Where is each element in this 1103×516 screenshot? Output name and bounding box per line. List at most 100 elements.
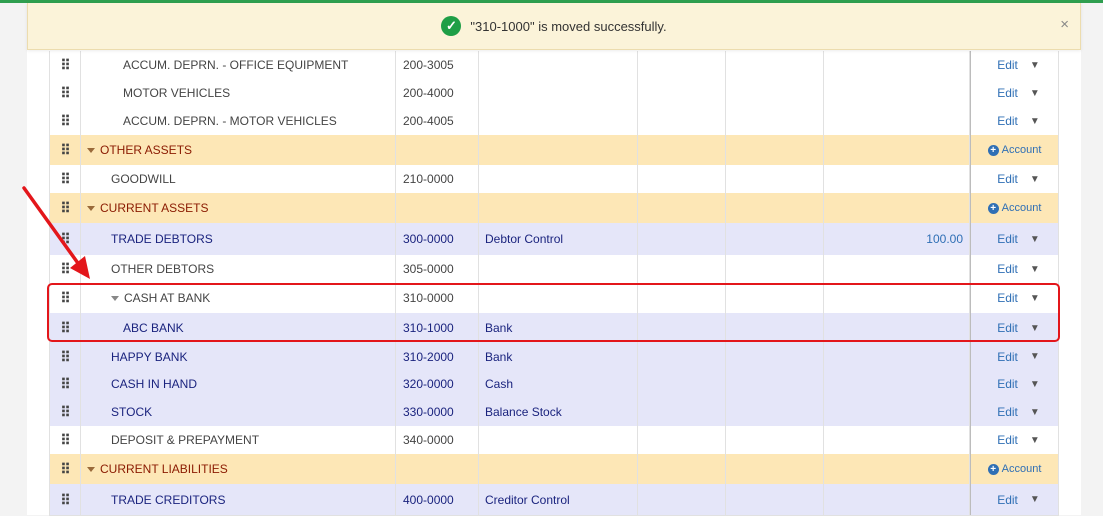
balance-cell — [824, 370, 970, 398]
action-cell: Edit ▼ — [970, 51, 1059, 79]
empty-cell — [726, 343, 824, 370]
balance-amount: 100.00 — [926, 232, 963, 246]
edit-button[interactable]: Edit — [997, 114, 1018, 128]
table-row: ⠿ MOTOR VEHICLES 200-4000 Edit ▼ — [49, 79, 1059, 108]
drag-handle-cell: ⠿ — [49, 398, 81, 426]
edit-button[interactable]: Edit — [997, 86, 1018, 100]
chevron-down-icon[interactable]: ▼ — [1030, 174, 1040, 185]
account-code-cell: 200-4000 — [396, 79, 479, 107]
chevron-down-icon[interactable]: ▼ — [1030, 234, 1040, 245]
chevron-down-icon[interactable]: ▼ — [1030, 407, 1040, 418]
account-name: OTHER DEBTORS — [111, 262, 215, 276]
chevron-down-icon[interactable]: ▼ — [1030, 60, 1040, 71]
close-icon[interactable]: × — [1060, 17, 1069, 32]
empty-cell — [726, 51, 824, 79]
account-name-cell: STOCK — [81, 398, 396, 426]
account-name-cell: GOODWILL — [81, 165, 396, 193]
chevron-down-icon[interactable]: ▼ — [1030, 116, 1040, 127]
drag-handle-icon[interactable]: ⠿ — [60, 405, 70, 419]
drag-handle-icon[interactable]: ⠿ — [60, 493, 70, 507]
account-name-cell: MOTOR VEHICLES — [81, 79, 396, 107]
empty-cell — [726, 426, 824, 454]
edit-button[interactable]: Edit — [997, 262, 1018, 276]
account-code-cell: 200-4005 — [396, 107, 479, 135]
edit-button[interactable]: Edit — [997, 350, 1018, 364]
account-type-cell: Debtor Control — [479, 223, 638, 255]
table-row: ⠿ HAPPY BANK 310-2000 Bank Edit ▼ — [49, 343, 1059, 371]
drag-handle-icon[interactable]: ⠿ — [60, 462, 70, 476]
action-cell: + Account — [970, 193, 1059, 223]
account-name-cell: CURRENT LIABILITIES — [81, 454, 396, 484]
chevron-down-icon[interactable]: ▼ — [1030, 264, 1040, 275]
balance-cell — [824, 484, 970, 515]
balance-cell — [824, 255, 970, 283]
edit-button[interactable]: Edit — [997, 172, 1018, 186]
empty-cell — [638, 79, 726, 107]
edit-button[interactable]: Edit — [997, 377, 1018, 391]
table-row: ⠿ GOODWILL 210-0000 Edit ▼ — [49, 165, 1059, 194]
group-row: ⠿ CURRENT ASSETS + Account — [49, 193, 1059, 224]
account-type: Debtor Control — [485, 232, 564, 246]
account-code-cell: 210-0000 — [396, 165, 479, 193]
empty-cell — [638, 255, 726, 283]
balance-cell — [824, 426, 970, 454]
add-account-button[interactable]: + Account — [987, 144, 1041, 156]
account-name-cell: OTHER ASSETS — [81, 135, 396, 165]
balance-cell — [824, 107, 970, 135]
account-name: MOTOR VEHICLES — [123, 86, 231, 100]
annotation-arrow-icon — [22, 186, 90, 279]
empty-cell — [726, 165, 824, 193]
action-cell: Edit ▼ — [970, 370, 1059, 398]
account-name: CURRENT LIABILITIES — [100, 462, 228, 476]
balance-cell — [824, 398, 970, 426]
account-code: 310-2000 — [403, 349, 454, 364]
action-cell: Edit ▼ — [970, 223, 1059, 255]
account-name-cell: HAPPY BANK — [81, 343, 396, 370]
edit-button[interactable]: Edit — [997, 405, 1018, 419]
edit-button[interactable]: Edit — [997, 232, 1018, 246]
edit-button[interactable]: Edit — [997, 493, 1018, 507]
caret-down-icon[interactable] — [87, 466, 95, 472]
empty-cell — [638, 107, 726, 135]
drag-handle-icon[interactable]: ⠿ — [60, 350, 70, 364]
edit-button[interactable]: Edit — [997, 433, 1018, 447]
edit-button[interactable]: Edit — [997, 58, 1018, 72]
drag-handle-cell: ⠿ — [49, 343, 81, 370]
chevron-down-icon[interactable]: ▼ — [1030, 435, 1040, 446]
account-code-cell: 200-3005 — [396, 51, 479, 79]
action-cell: Edit ▼ — [970, 107, 1059, 135]
drag-handle-icon[interactable]: ⠿ — [60, 377, 70, 391]
account-name: DEPOSIT & PREPAYMENT — [111, 433, 260, 447]
table-row: ⠿ CASH IN HAND 320-0000 Cash Edit ▼ — [49, 370, 1059, 399]
account-name-cell: OTHER DEBTORS — [81, 255, 396, 283]
drag-handle-icon[interactable]: ⠿ — [60, 433, 70, 447]
account-name: ACCUM. DEPRN. - MOTOR VEHICLES — [123, 114, 337, 128]
chevron-down-icon[interactable]: ▼ — [1030, 88, 1040, 99]
account-type: Bank — [485, 349, 513, 364]
account-name-cell: ACCUM. DEPRN. - MOTOR VEHICLES — [81, 107, 396, 135]
account-name-cell: DEPOSIT & PREPAYMENT — [81, 426, 396, 454]
drag-handle-cell: ⠿ — [49, 454, 81, 484]
empty-cell — [638, 454, 726, 484]
account-name-cell: CASH IN HAND — [81, 370, 396, 398]
chevron-down-icon[interactable]: ▼ — [1030, 494, 1040, 505]
balance-cell — [824, 343, 970, 370]
balance-cell — [824, 51, 970, 79]
plus-circle-icon: + — [987, 463, 999, 475]
chevron-down-icon[interactable]: ▼ — [1030, 379, 1040, 390]
account-code: 330-0000 — [403, 405, 454, 419]
table-row: ⠿ STOCK 330-0000 Balance Stock Edit ▼ — [49, 398, 1059, 427]
account-type: Balance Stock — [485, 405, 562, 419]
empty-cell — [638, 51, 726, 79]
account-code: 305-0000 — [403, 262, 454, 276]
empty-cell — [638, 135, 726, 165]
action-cell: Edit ▼ — [970, 165, 1059, 193]
table-row: ⠿ ACCUM. DEPRN. - MOTOR VEHICLES 200-4005 E… — [49, 107, 1059, 136]
group-row: ⠿ CURRENT LIABILITIES + Account — [49, 454, 1059, 485]
account-code-cell: 400-0000 — [396, 484, 479, 515]
account-type-cell: Cash — [479, 370, 638, 398]
add-account-button[interactable]: + Account — [987, 202, 1041, 214]
add-account-button[interactable]: + Account — [987, 463, 1041, 475]
account-type: Creditor Control — [485, 492, 570, 507]
chevron-down-icon[interactable]: ▼ — [1030, 351, 1040, 362]
